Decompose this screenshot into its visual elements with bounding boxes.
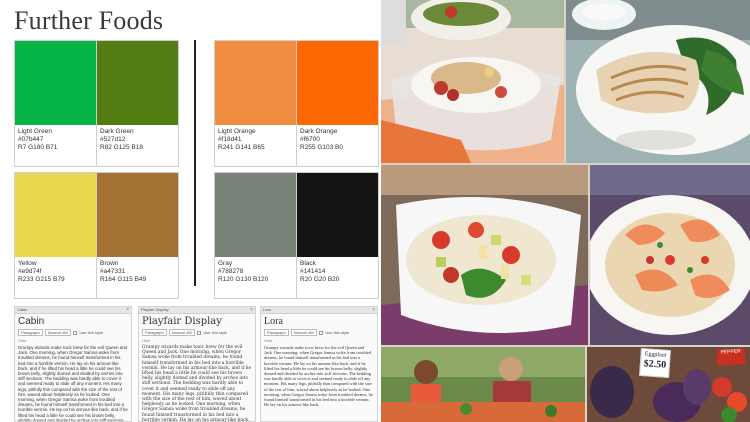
color-rgb: R7 G180 B71 <box>18 144 58 151</box>
color-rgb: R164 G115 B49 <box>100 276 147 283</box>
pane-header: Cabin × <box>15 307 131 314</box>
page-title: Further Foods <box>14 6 164 35</box>
pepper-tag: PEPPER <box>716 348 746 366</box>
photo-pasta-salad <box>381 165 588 345</box>
weight-select[interactable]: Normal 400 <box>44 329 72 336</box>
color-card-brown: Brown #a47331 R164 G115 B49 <box>96 172 179 299</box>
checkbox-label: Use this style <box>203 330 228 335</box>
color-swatch <box>97 173 178 257</box>
pane-sub-label[interactable]: Hide <box>139 337 255 344</box>
color-rgb: R120 G130 B120 <box>218 276 269 283</box>
palette-divider <box>194 40 196 286</box>
pane-sub-label[interactable]: Hide <box>15 337 131 344</box>
color-card-dark-green: Dark Green #527d12 R82 G125 B18 <box>96 40 179 167</box>
style-guide-panel: Further Foods Light Green #07b447 R7 G18… <box>0 0 381 422</box>
sample-text: Grumpy wizards make toxic brew for the e… <box>142 345 252 422</box>
style-select[interactable]: Paragraph <box>142 329 167 336</box>
color-card-light-orange: Light Orange #f18d41 R241 G141 B65 <box>214 40 297 167</box>
color-card-dark-orange: Dark Orange #f6700 R255 G103 B0 <box>296 40 379 167</box>
use-style-checkbox[interactable] <box>73 330 78 335</box>
color-swatch <box>297 173 378 257</box>
color-rgb: R82 G125 B18 <box>100 144 144 151</box>
weight-select[interactable]: Normal 400 <box>290 329 318 336</box>
color-hex: #f6700 <box>300 136 320 143</box>
close-icon[interactable]: × <box>126 307 129 313</box>
color-hex: #141414 <box>300 268 326 275</box>
use-style-checkbox[interactable] <box>319 330 324 335</box>
color-swatch <box>15 41 96 125</box>
color-name: Dark Green <box>100 128 134 135</box>
color-hex: #e9d74f <box>18 268 42 275</box>
photo-fish-spinach <box>566 0 750 163</box>
color-card-black: Black #141414 R20 G20 B20 <box>296 172 379 299</box>
font-name: Cabin <box>18 316 45 327</box>
sample-text: Grumpy wizards make toxic brew for the e… <box>18 345 128 422</box>
color-rgb: R233 G215 B79 <box>18 276 65 283</box>
color-swatch <box>97 41 178 125</box>
food-photo-collage: Eggplant $2.50 PEPPER <box>381 0 750 422</box>
font-pane-cabin: Cabin × Cabin Paragraph Normal 400 Use t… <box>14 306 132 422</box>
pane-header-label: Cabin <box>17 307 28 312</box>
close-icon[interactable]: × <box>250 307 253 313</box>
pane-header-label: Playfair Display <box>141 307 169 312</box>
pane-sub-label[interactable]: Hide <box>261 337 377 344</box>
color-swatch <box>215 41 296 125</box>
style-select[interactable]: Paragraph <box>18 329 43 336</box>
price-tag: Eggplant $2.50 <box>639 347 671 379</box>
color-name: Yellow <box>18 260 37 267</box>
font-pane-playfair: Playfair Display × Playfair Display Para… <box>138 306 256 422</box>
color-swatch <box>15 173 96 257</box>
photo-market-people <box>381 347 585 422</box>
photo-eggplant-peppers: Eggplant $2.50 PEPPER <box>587 347 750 422</box>
weight-select[interactable]: Normal 400 <box>168 329 196 336</box>
pane-header: Playfair Display × <box>139 307 255 314</box>
checkbox-label: Use this style <box>79 330 104 335</box>
sample-text: Grumpy wizards make toxic brew for the e… <box>264 345 373 408</box>
color-swatch <box>297 41 378 125</box>
color-rgb: R255 G103 B0 <box>300 144 344 151</box>
color-card-yellow: Yellow #e9d74f R233 G215 B79 <box>14 172 97 299</box>
color-name: Black <box>300 260 316 267</box>
price-tag-price: $2.50 <box>643 358 667 371</box>
photo-shrimp-grain <box>590 165 750 345</box>
color-swatch <box>215 173 296 257</box>
color-hex: #07b447 <box>18 136 44 143</box>
color-name: Gray <box>218 260 233 267</box>
color-card-gray: Gray #788278 R120 G130 B120 <box>214 172 297 299</box>
style-select[interactable]: Paragraph <box>264 329 289 336</box>
close-icon[interactable]: × <box>372 307 375 313</box>
color-hex: #527d12 <box>100 136 126 143</box>
color-hex: #a47331 <box>100 268 126 275</box>
pane-header: Lora × <box>261 307 377 314</box>
color-hex: #f18d41 <box>218 136 242 143</box>
color-name: Light Orange <box>218 128 256 135</box>
font-pane-lora: Lora × Lora Paragraph Normal 400 Use thi… <box>260 306 378 422</box>
font-name: Lora <box>264 316 283 327</box>
color-rgb: R241 G141 B65 <box>218 144 265 151</box>
color-hex: #788278 <box>218 268 244 275</box>
pane-header-label: Lora <box>263 307 272 312</box>
color-name: Light Green <box>18 128 52 135</box>
color-rgb: R20 G20 B20 <box>300 276 340 283</box>
checkbox-label: Use this style <box>325 330 350 335</box>
color-name: Dark Orange <box>300 128 338 135</box>
photo-yogurt-parfait <box>381 0 564 163</box>
color-name: Brown <box>100 260 119 267</box>
font-name: Playfair Display <box>142 316 222 327</box>
use-style-checkbox[interactable] <box>197 330 202 335</box>
color-card-light-green: Light Green #07b447 R7 G180 B71 <box>14 40 97 167</box>
